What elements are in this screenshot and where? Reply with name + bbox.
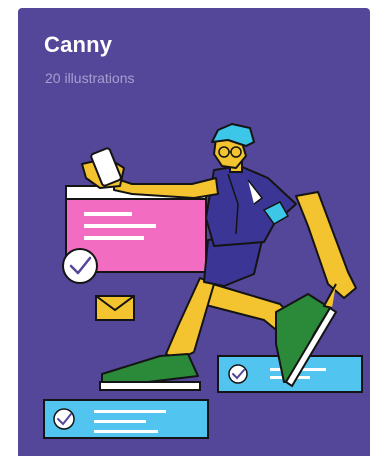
left-shoe	[99, 353, 201, 391]
notification-card-left	[43, 399, 209, 439]
front-leg	[165, 277, 215, 361]
illustration-pack-card[interactable]: Canny 20 illustrations	[18, 8, 370, 456]
right-arm	[295, 191, 357, 309]
illustration-count: 20 illustrations	[45, 70, 135, 86]
page: Canny 20 illustrations	[0, 0, 370, 456]
checkmark-circle-icon	[62, 248, 98, 284]
pack-title: Canny	[44, 32, 113, 57]
envelope-icon	[95, 295, 135, 321]
